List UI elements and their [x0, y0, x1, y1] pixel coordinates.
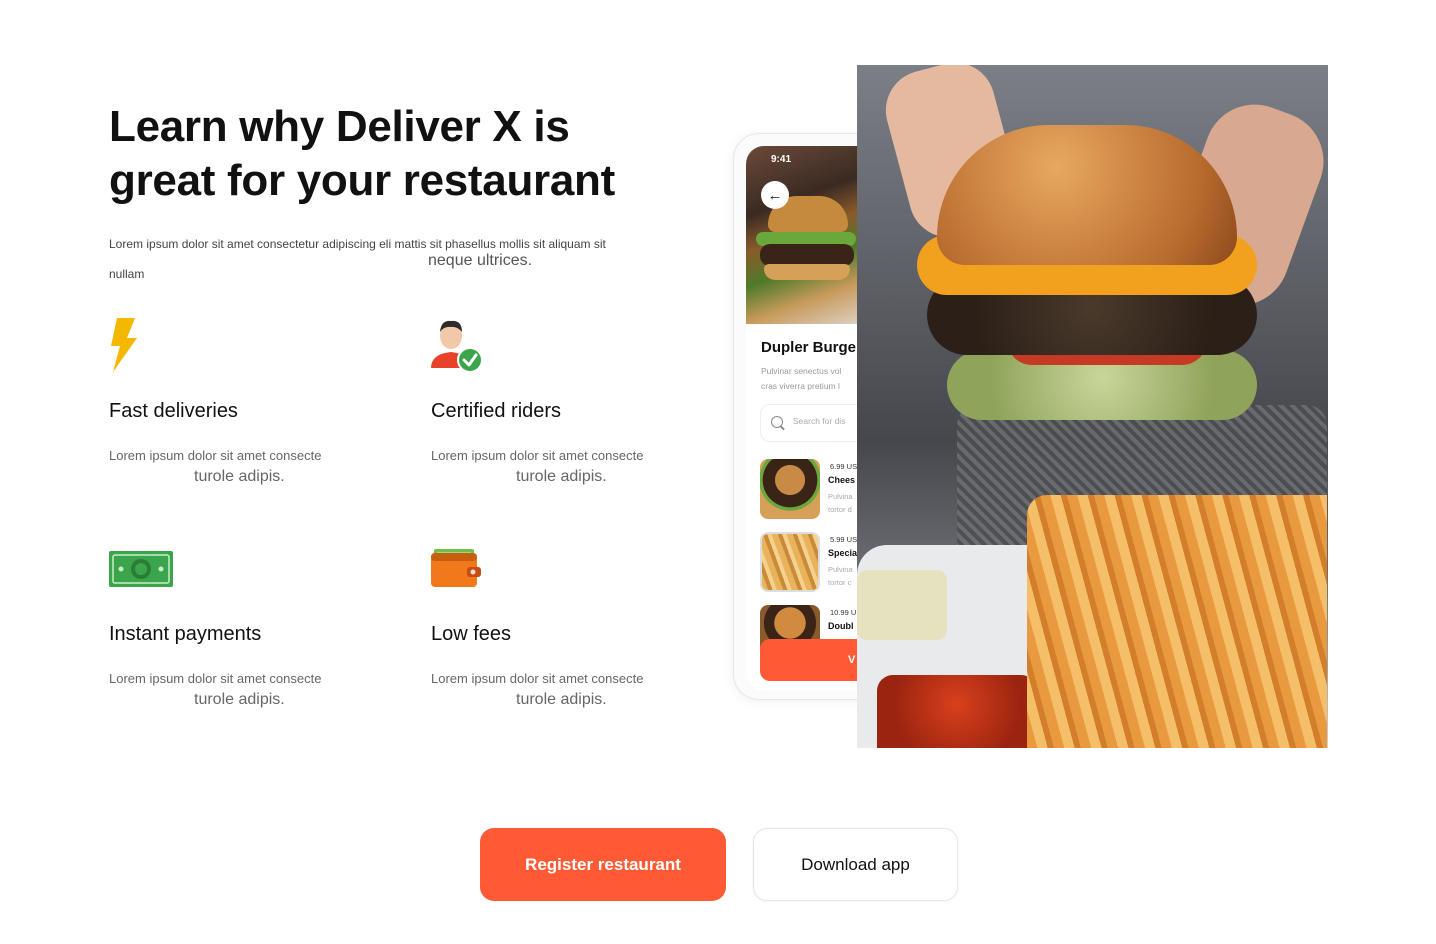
download-app-button[interactable]: Download app: [753, 828, 958, 901]
feature-desc-low-fees: Lorem ipsum dolor sit amet consecte: [431, 671, 644, 686]
dish-desc: Pulvina tortor d: [828, 490, 853, 516]
burger-photo: [857, 65, 1328, 748]
cash-icon: [109, 551, 173, 587]
intro-extra: neque ultrices.: [428, 252, 533, 269]
certified-rider-icon: [431, 318, 485, 374]
feature-desc-fast-deliveries-2: turole adipis.: [194, 468, 285, 485]
dish-desc: Pulvina tortor c: [828, 563, 853, 589]
search-placeholder: Search for dis: [793, 416, 846, 426]
register-restaurant-button[interactable]: Register restaurant: [480, 828, 726, 901]
feature-title-certified-riders: Certified riders: [431, 400, 562, 422]
intro-line-1: Lorem ipsum dolor sit amet consectetur a…: [109, 237, 606, 251]
status-time: 9:41: [771, 154, 792, 165]
dish-desc-line-2: tortor d: [828, 505, 852, 514]
dish-price: 5.99 US: [830, 535, 858, 544]
lightning-icon: [109, 318, 139, 374]
back-arrow-icon[interactable]: ←: [761, 181, 789, 209]
dish-image: [760, 459, 820, 519]
feature-desc-certified-riders-2: turole adipis.: [516, 468, 607, 485]
dish-name: Doubl: [828, 621, 854, 631]
feature-title-instant-payments: Instant payments: [109, 623, 262, 645]
intro-text: Lorem ipsum dolor sit amet consectetur a…: [109, 229, 669, 289]
headline-line-2: great for your restaurant: [109, 156, 615, 205]
feature-desc-fast-deliveries: Lorem ipsum dolor sit amet consecte: [109, 448, 322, 463]
feature-title-low-fees: Low fees: [431, 623, 512, 645]
intro-line-2: nullam: [109, 267, 145, 281]
wallet-icon: [431, 549, 481, 589]
dish-name: Chees: [828, 475, 856, 485]
feature-desc-instant-payments: Lorem ipsum dolor sit amet consecte: [109, 671, 322, 686]
dish-name: Specia: [828, 548, 858, 558]
dish-price: 10.99 U: [830, 608, 857, 617]
feature-desc-certified-riders: Lorem ipsum dolor sit amet consecte: [431, 448, 644, 463]
dish-desc-line-1: Pulvina: [828, 565, 853, 574]
feature-title-fast-deliveries: Fast deliveries: [109, 400, 238, 422]
search-icon: [771, 416, 783, 428]
dish-desc-line-1: Pulvina: [828, 492, 853, 501]
page-title: Learn why Deliver X is great for your re…: [109, 100, 669, 208]
dish-image: [760, 532, 820, 592]
headline-line-1: Learn why Deliver X is: [109, 102, 570, 151]
dish-desc-line-2: tortor c: [828, 578, 852, 587]
dish-price: 6.99 US: [830, 462, 858, 471]
feature-desc-instant-payments-2: turole adipis.: [194, 691, 285, 708]
feature-desc-low-fees-2: turole adipis.: [516, 691, 607, 708]
restaurant-name: Dupler Burge: [761, 339, 857, 356]
